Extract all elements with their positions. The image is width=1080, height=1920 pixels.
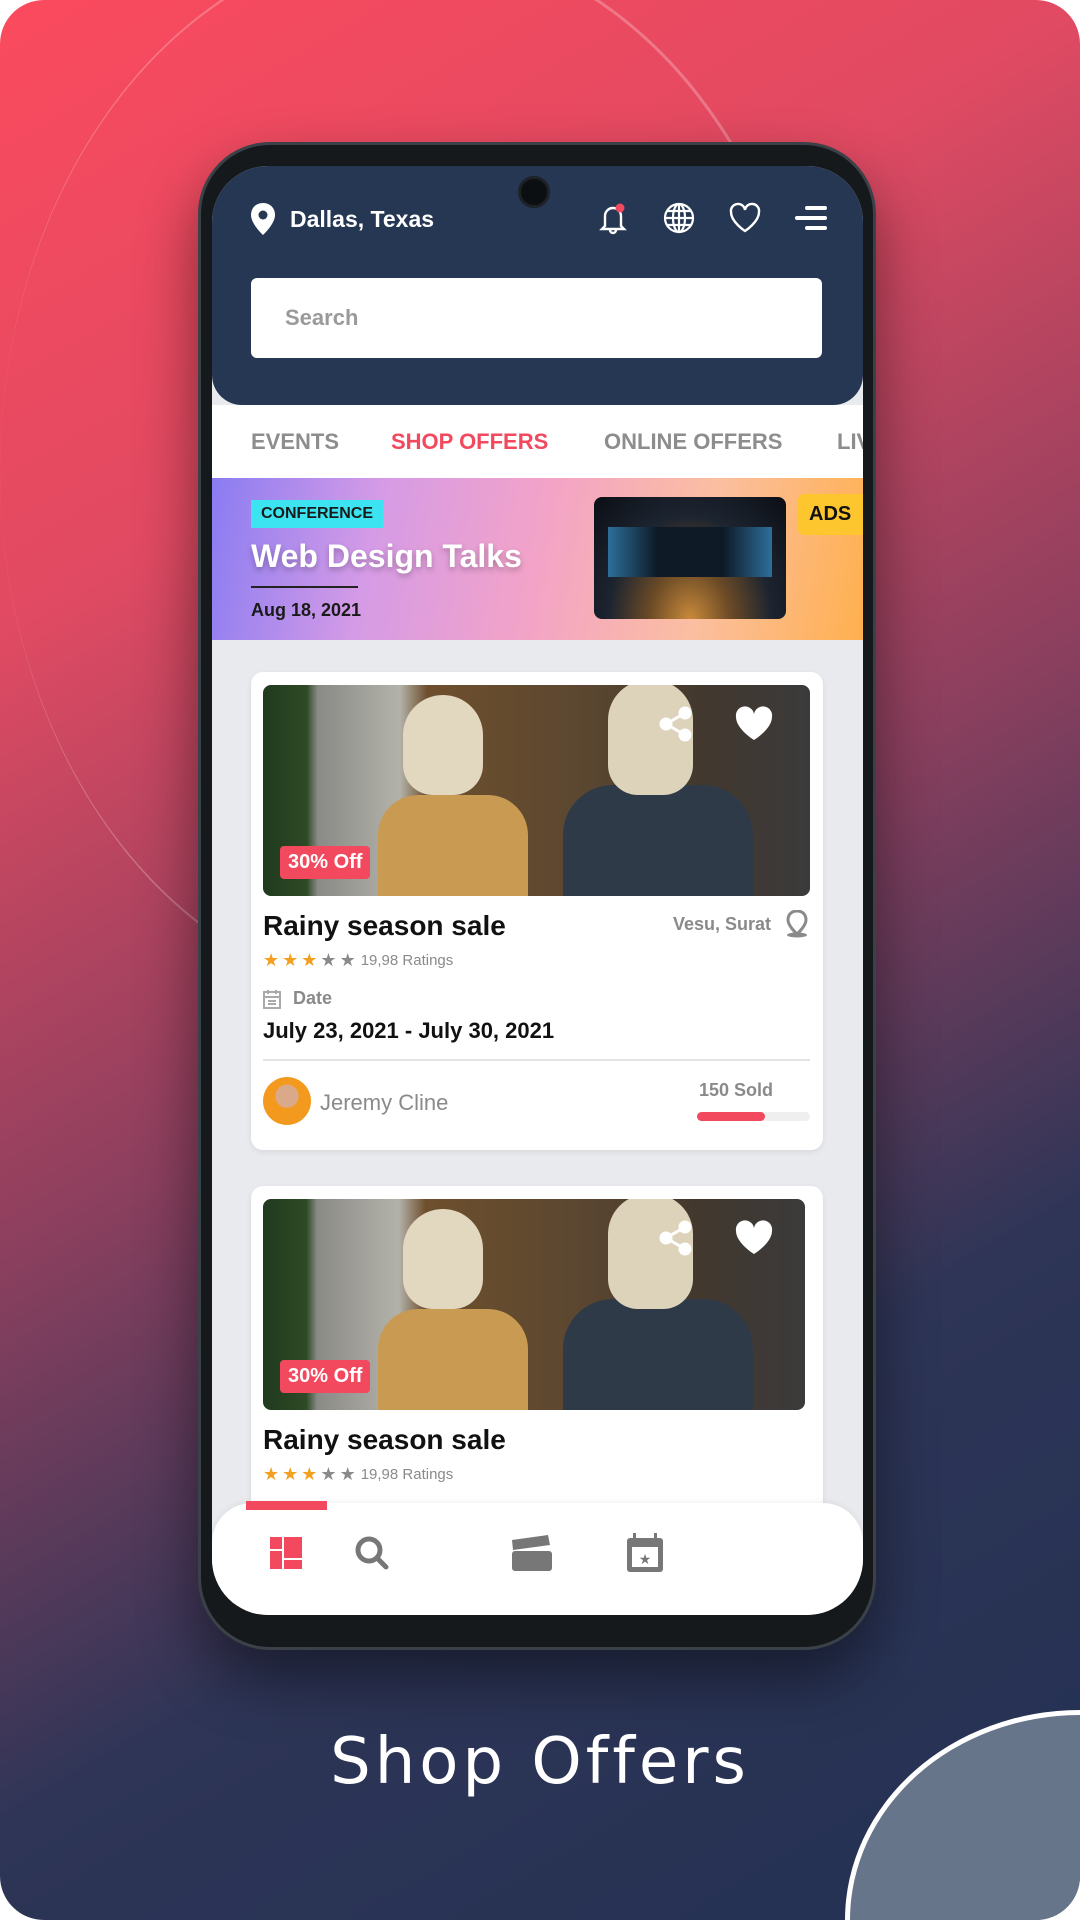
ratings-count: 19,98 Ratings xyxy=(360,1466,454,1483)
offer-dates: July 23, 2021 - July 30, 2021 xyxy=(263,1018,555,1043)
location-text: Vesu, Surat xyxy=(672,913,771,934)
dashboard-icon[interactable] xyxy=(264,1531,308,1575)
offer-card[interactable]: 30% Off Rainy season sale Vesu, Surat ★ ★… xyxy=(251,672,823,1150)
calendar-star-icon[interactable]: ★ xyxy=(623,1531,667,1575)
tab-shop-offers[interactable]: SHOP OFFERS xyxy=(391,429,548,455)
location-selector[interactable]: Dallas, Texas xyxy=(250,202,434,236)
map-pin-icon xyxy=(786,910,808,938)
share-icon[interactable] xyxy=(657,705,695,743)
sold-progress-bar xyxy=(697,1112,810,1121)
offer-image: 30% Off xyxy=(263,1199,805,1410)
ad-banner[interactable]: CONFERENCE Web Design Talks Aug 18, 2021… xyxy=(212,478,863,640)
date-label: Date xyxy=(263,988,332,1009)
star-icon: ★ xyxy=(301,1464,318,1484)
calendar-icon xyxy=(263,989,281,1009)
offer-location: Vesu, Surat xyxy=(673,910,809,938)
banner-title: Web Design Talks xyxy=(251,538,522,574)
active-indicator xyxy=(246,1501,327,1510)
star-icon: ★ xyxy=(339,950,356,970)
heart-icon[interactable] xyxy=(734,1219,773,1257)
search-icon[interactable] xyxy=(350,1531,394,1575)
discount-badge: 30% Off xyxy=(280,1360,371,1393)
sold-progress-fill xyxy=(697,1112,765,1121)
app-header: Dallas, Texas xyxy=(212,166,863,405)
sold-count: 150 Sold xyxy=(699,1080,774,1100)
heart-icon[interactable] xyxy=(734,705,773,743)
discount-badge: 30% Off xyxy=(280,846,371,879)
category-badge: CONFERENCE xyxy=(251,500,384,528)
star-icon: ★ xyxy=(339,1464,356,1484)
ratings-count: 19,98 Ratings xyxy=(360,952,454,969)
svg-text:★: ★ xyxy=(639,1551,652,1567)
avatar[interactable] xyxy=(263,1077,311,1125)
star-icon: ★ xyxy=(301,950,318,970)
conference-photo xyxy=(594,497,786,619)
offer-title: Rainy season sale xyxy=(263,1424,506,1455)
globe-icon[interactable] xyxy=(661,200,697,236)
star-icon: ★ xyxy=(263,950,280,970)
bell-icon[interactable] xyxy=(595,200,631,236)
star-icon: ★ xyxy=(282,950,299,970)
category-tabs: EVENTS SHOP OFFERS ONLINE OFFERS LIV xyxy=(212,405,863,478)
search-input[interactable] xyxy=(251,278,822,358)
screen-caption: Shop Offers xyxy=(330,1725,750,1799)
ads-label: ADS xyxy=(798,494,863,535)
banner-date: Aug 18, 2021 xyxy=(251,600,362,620)
tab-live[interactable]: LIV xyxy=(837,429,863,455)
author-name[interactable]: Jeremy Cline xyxy=(320,1090,448,1116)
date-label-text: Date xyxy=(293,988,333,1008)
clapperboard-icon[interactable] xyxy=(508,1531,552,1575)
star-icon: ★ xyxy=(320,950,337,970)
map-pin-icon xyxy=(251,203,275,235)
menu-icon[interactable] xyxy=(793,200,829,236)
tab-events[interactable]: EVENTS xyxy=(251,429,339,455)
heart-icon[interactable] xyxy=(727,200,763,236)
camera xyxy=(518,176,550,208)
phone-screen: Dallas, Texas EVENTS SHOP OFFERS ONLINE … xyxy=(212,166,863,1615)
title-underline xyxy=(251,586,358,588)
star-rating: ★ ★ ★ ★ ★ 19,98 Ratings xyxy=(263,950,453,971)
bottom-nav: ★ xyxy=(212,1501,863,1615)
location-text: Dallas, Texas xyxy=(290,205,435,232)
star-icon: ★ xyxy=(263,1464,280,1484)
star-icon: ★ xyxy=(282,1464,299,1484)
offer-image: 30% Off xyxy=(263,685,810,896)
offer-title: Rainy season sale xyxy=(263,910,506,941)
divider xyxy=(263,1059,810,1061)
star-rating: ★ ★ ★ ★ ★ 19,98 Ratings xyxy=(263,1464,453,1485)
star-icon: ★ xyxy=(320,1464,337,1484)
share-icon[interactable] xyxy=(657,1219,695,1257)
tab-online-offers[interactable]: ONLINE OFFERS xyxy=(604,429,782,455)
